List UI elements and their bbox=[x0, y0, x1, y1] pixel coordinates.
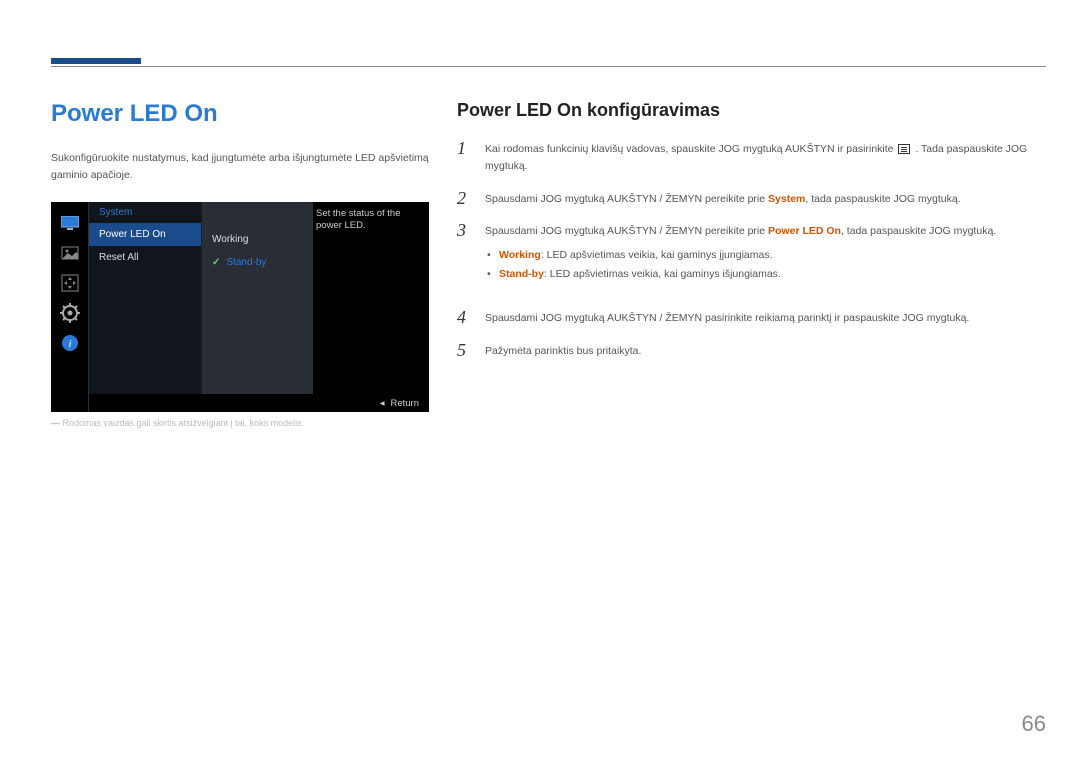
osd-sub-standby: ✓ Stand-by bbox=[202, 251, 313, 274]
step-number: 4 bbox=[457, 308, 471, 327]
osd-submenu: Working ✓ Stand-by bbox=[201, 202, 313, 394]
step-number: 1 bbox=[457, 139, 471, 175]
arrows-icon bbox=[59, 272, 81, 294]
osd-menu-title: System bbox=[89, 202, 201, 223]
osd-item-power-led: Power LED On bbox=[89, 223, 201, 246]
step-body: Spausdami JOG mygtuką AUKŠTYN / ŽEMYN pa… bbox=[485, 308, 969, 327]
right-column: Power LED On konfigūravimas 1 Kai rodoma… bbox=[457, 100, 1046, 428]
osd-sub-working-label: Working bbox=[212, 234, 249, 245]
step-number: 3 bbox=[457, 221, 471, 294]
osd-info-text: Set the status of the power LED. bbox=[316, 208, 421, 234]
step-number: 5 bbox=[457, 341, 471, 360]
menu-icon bbox=[898, 144, 910, 154]
bullet-text: : LED apšvietimas veikia, kai gaminys įj… bbox=[541, 249, 773, 261]
step-number: 2 bbox=[457, 189, 471, 208]
bullet-standby: Stand-by: LED apšvietimas veikia, kai ga… bbox=[485, 265, 996, 284]
step-body: Spausdami JOG mygtuką AUKŠTYN / ŽEMYN pe… bbox=[485, 221, 996, 294]
step-text: , tada paspauskite JOG mygtuką. bbox=[805, 193, 960, 205]
osd-sub-standby-label: Stand-by bbox=[226, 257, 266, 268]
step-text: Spausdami JOG mygtuką AUKŠTYN / ŽEMYN pe… bbox=[485, 225, 768, 237]
section-title: Power LED On bbox=[51, 100, 429, 128]
svg-text:i: i bbox=[68, 338, 71, 350]
step-5: 5 Pažymėta parinktis bus pritaikyta. bbox=[457, 341, 1046, 360]
osd-sidebar: i bbox=[51, 202, 89, 412]
monitor-icon bbox=[59, 212, 81, 234]
gear-icon bbox=[59, 302, 81, 324]
osd-sub-working: Working bbox=[202, 228, 313, 251]
step-1: 1 Kai rodomas funkcinių klavišų vadovas,… bbox=[457, 139, 1046, 175]
footnote: ― Rodomas vaizdas gali skirtis atsižvelg… bbox=[51, 418, 429, 428]
options-list: Working: LED apšvietimas veikia, kai gam… bbox=[485, 246, 996, 284]
left-column: Power LED On Sukonfigūruokite nustatymus… bbox=[51, 100, 429, 428]
step-body: Kai rodomas funkcinių klavišų vadovas, s… bbox=[485, 139, 1046, 175]
osd-sub-spacer bbox=[202, 202, 313, 228]
bullet-working: Working: LED apšvietimas veikia, kai gam… bbox=[485, 246, 996, 265]
step-text: Spausdami JOG mygtuką AUKŠTYN / ŽEMYN pe… bbox=[485, 193, 768, 205]
subsection-title: Power LED On konfigūravimas bbox=[457, 100, 1046, 121]
info-icon: i bbox=[59, 332, 81, 354]
highlight-working: Working bbox=[499, 249, 541, 261]
osd-menu: System Power LED On Reset All bbox=[89, 202, 201, 394]
step-4: 4 Spausdami JOG mygtuką AUKŠTYN / ŽEMYN … bbox=[457, 308, 1046, 327]
highlight-system: System bbox=[768, 193, 805, 205]
osd-screenshot: i System Power LED On Reset All Working … bbox=[51, 202, 429, 412]
footnote-dash: ― bbox=[51, 418, 60, 428]
osd-return-label: Return bbox=[390, 398, 419, 409]
step-3: 3 Spausdami JOG mygtuką AUKŠTYN / ŽEMYN … bbox=[457, 221, 1046, 294]
step-2: 2 Spausdami JOG mygtuką AUKŠTYN / ŽEMYN … bbox=[457, 189, 1046, 208]
step-body: Spausdami JOG mygtuką AUKŠTYN / ŽEMYN pe… bbox=[485, 189, 961, 208]
step-body: Pažymėta parinktis bus pritaikyta. bbox=[485, 341, 641, 360]
picture-icon bbox=[59, 242, 81, 264]
header-accent bbox=[51, 58, 141, 64]
return-arrow-icon: ◂ bbox=[380, 398, 385, 409]
page-content: Power LED On Sukonfigūruokite nustatymus… bbox=[51, 100, 1046, 428]
check-icon: ✓ bbox=[212, 257, 220, 268]
header-rule bbox=[51, 66, 1046, 67]
intro-text: Sukonfigūruokite nustatymus, kad įjungtu… bbox=[51, 150, 429, 184]
bullet-text: : LED apšvietimas veikia, kai gaminys iš… bbox=[544, 268, 781, 280]
osd-item-reset-all: Reset All bbox=[89, 246, 201, 269]
footnote-text: Rodomas vaizdas gali skirtis atsižvelgia… bbox=[63, 418, 305, 428]
page-number: 66 bbox=[1022, 711, 1046, 737]
highlight-power-led: Power LED On bbox=[768, 225, 841, 237]
step-text: , tada paspauskite JOG mygtuką. bbox=[841, 225, 996, 237]
step-text: Kai rodomas funkcinių klavišų vadovas, s… bbox=[485, 143, 896, 155]
osd-return: ◂ Return bbox=[380, 398, 419, 409]
highlight-standby: Stand-by bbox=[499, 268, 544, 280]
